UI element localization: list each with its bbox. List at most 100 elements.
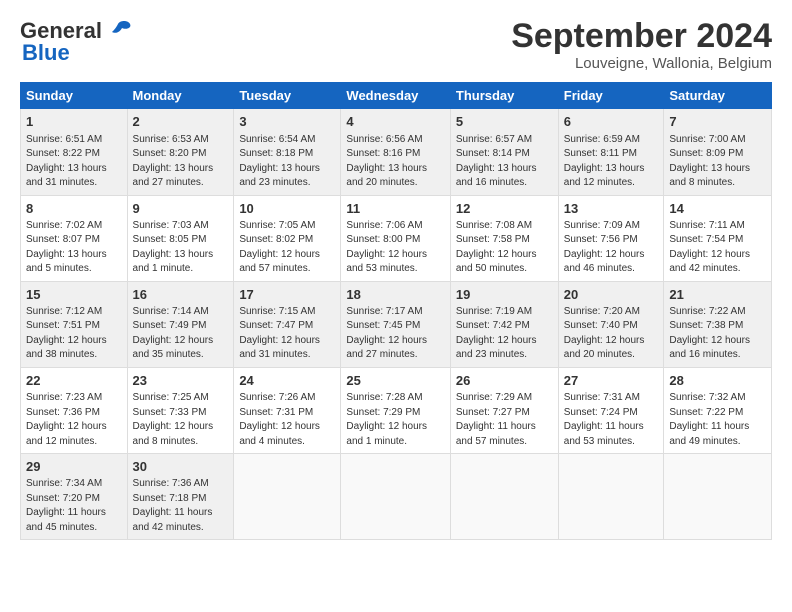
table-row: 27Sunrise: 7:31 AM Sunset: 7:24 PM Dayli… xyxy=(558,367,664,453)
day-info: Sunrise: 6:56 AM Sunset: 8:16 PM Dayligh… xyxy=(346,133,444,191)
day-info: Sunrise: 7:31 AM Sunset: 7:24 PM Dayligh… xyxy=(564,391,659,449)
table-row: 4 Sunrise: 6:56 AM Sunset: 8:16 PM Daylig… xyxy=(341,109,450,195)
day-number: 17 xyxy=(239,286,335,304)
day-number: 3 xyxy=(239,113,335,131)
day-number: 25 xyxy=(346,372,444,390)
day-number: 21 xyxy=(669,286,766,304)
calendar-week-row: 8Sunrise: 7:02 AM Sunset: 8:07 PM Daylig… xyxy=(21,195,772,281)
table-row: 5Sunrise: 6:57 AM Sunset: 8:14 PM Daylig… xyxy=(450,109,558,195)
day-info: Sunrise: 7:32 AM Sunset: 7:22 PM Dayligh… xyxy=(669,391,766,449)
header-tuesday: Tuesday xyxy=(234,83,341,109)
day-number: 22 xyxy=(26,372,122,390)
table-row: 30Sunrise: 7:36 AM Sunset: 7:18 PM Dayli… xyxy=(127,454,234,540)
table-row: 3 Sunrise: 6:54 AM Sunset: 8:18 PM Daylig… xyxy=(234,109,341,195)
day-number: 15 xyxy=(26,286,122,304)
calendar-week-row: 22Sunrise: 7:23 AM Sunset: 7:36 PM Dayli… xyxy=(21,367,772,453)
day-info: Sunrise: 7:22 AM Sunset: 7:38 PM Dayligh… xyxy=(669,305,766,363)
header-sunday: Sunday xyxy=(21,83,128,109)
day-number: 20 xyxy=(564,286,659,304)
calendar-week-row: 15Sunrise: 7:12 AM Sunset: 7:51 PM Dayli… xyxy=(21,281,772,367)
table-row: 6Sunrise: 6:59 AM Sunset: 8:11 PM Daylig… xyxy=(558,109,664,195)
day-info: Sunrise: 6:54 AM Sunset: 8:18 PM Dayligh… xyxy=(239,133,335,191)
day-info: Sunrise: 7:09 AM Sunset: 7:56 PM Dayligh… xyxy=(564,219,659,277)
table-row: 20Sunrise: 7:20 AM Sunset: 7:40 PM Dayli… xyxy=(558,281,664,367)
table-row xyxy=(664,454,772,540)
table-row: 2 Sunrise: 6:53 AM Sunset: 8:20 PM Daylig… xyxy=(127,109,234,195)
day-info: Sunrise: 7:12 AM Sunset: 7:51 PM Dayligh… xyxy=(26,305,122,363)
table-row: 26Sunrise: 7:29 AM Sunset: 7:27 PM Dayli… xyxy=(450,367,558,453)
table-row: 11Sunrise: 7:06 AM Sunset: 8:00 PM Dayli… xyxy=(341,195,450,281)
day-number: 18 xyxy=(346,286,444,304)
header-wednesday: Wednesday xyxy=(341,83,450,109)
header-monday: Monday xyxy=(127,83,234,109)
day-info: Sunrise: 7:06 AM Sunset: 8:00 PM Dayligh… xyxy=(346,219,444,277)
day-info: Sunrise: 7:02 AM Sunset: 8:07 PM Dayligh… xyxy=(26,219,122,277)
day-info: Sunrise: 7:20 AM Sunset: 7:40 PM Dayligh… xyxy=(564,305,659,363)
table-row: 18Sunrise: 7:17 AM Sunset: 7:45 PM Dayli… xyxy=(341,281,450,367)
day-info: Sunrise: 7:19 AM Sunset: 7:42 PM Dayligh… xyxy=(456,305,553,363)
day-number: 11 xyxy=(346,200,444,218)
day-number: 13 xyxy=(564,200,659,218)
table-row: 24Sunrise: 7:26 AM Sunset: 7:31 PM Dayli… xyxy=(234,367,341,453)
logo-bird-icon xyxy=(104,20,132,42)
day-info: Sunrise: 7:23 AM Sunset: 7:36 PM Dayligh… xyxy=(26,391,122,449)
day-info: Sunrise: 7:03 AM Sunset: 8:05 PM Dayligh… xyxy=(133,219,229,277)
day-info: Sunrise: 7:29 AM Sunset: 7:27 PM Dayligh… xyxy=(456,391,553,449)
day-info: Sunrise: 7:08 AM Sunset: 7:58 PM Dayligh… xyxy=(456,219,553,277)
table-row xyxy=(558,454,664,540)
table-row: 22Sunrise: 7:23 AM Sunset: 7:36 PM Dayli… xyxy=(21,367,128,453)
day-info: Sunrise: 7:28 AM Sunset: 7:29 PM Dayligh… xyxy=(346,391,444,449)
table-row xyxy=(450,454,558,540)
location-title: Louveigne, Wallonia, Belgium xyxy=(511,55,772,72)
day-number: 7 xyxy=(669,113,766,131)
table-row: 28Sunrise: 7:32 AM Sunset: 7:22 PM Dayli… xyxy=(664,367,772,453)
day-number: 2 xyxy=(133,113,229,131)
page: General Blue September 2024 Louveigne, W… xyxy=(0,0,792,550)
day-info: Sunrise: 7:34 AM Sunset: 7:20 PM Dayligh… xyxy=(26,477,122,535)
day-number: 16 xyxy=(133,286,229,304)
table-row: 10Sunrise: 7:05 AM Sunset: 8:02 PM Dayli… xyxy=(234,195,341,281)
day-info: Sunrise: 6:51 AM Sunset: 8:22 PM Dayligh… xyxy=(26,133,122,191)
table-row: 8Sunrise: 7:02 AM Sunset: 8:07 PM Daylig… xyxy=(21,195,128,281)
logo-blue: Blue xyxy=(22,40,70,66)
day-number: 30 xyxy=(133,458,229,476)
day-info: Sunrise: 7:14 AM Sunset: 7:49 PM Dayligh… xyxy=(133,305,229,363)
header-thursday: Thursday xyxy=(450,83,558,109)
table-row: 15Sunrise: 7:12 AM Sunset: 7:51 PM Dayli… xyxy=(21,281,128,367)
table-row xyxy=(234,454,341,540)
day-number: 6 xyxy=(564,113,659,131)
table-row: 23Sunrise: 7:25 AM Sunset: 7:33 PM Dayli… xyxy=(127,367,234,453)
day-number: 26 xyxy=(456,372,553,390)
header-saturday: Saturday xyxy=(664,83,772,109)
table-row: 12Sunrise: 7:08 AM Sunset: 7:58 PM Dayli… xyxy=(450,195,558,281)
calendar-table: Sunday Monday Tuesday Wednesday Thursday… xyxy=(20,82,772,540)
header-friday: Friday xyxy=(558,83,664,109)
calendar-week-row: 29Sunrise: 7:34 AM Sunset: 7:20 PM Dayli… xyxy=(21,454,772,540)
table-row xyxy=(341,454,450,540)
day-number: 8 xyxy=(26,200,122,218)
day-number: 28 xyxy=(669,372,766,390)
day-info: Sunrise: 7:15 AM Sunset: 7:47 PM Dayligh… xyxy=(239,305,335,363)
day-number: 1 xyxy=(26,113,122,131)
day-number: 9 xyxy=(133,200,229,218)
table-row: 17Sunrise: 7:15 AM Sunset: 7:47 PM Dayli… xyxy=(234,281,341,367)
table-row: 29Sunrise: 7:34 AM Sunset: 7:20 PM Dayli… xyxy=(21,454,128,540)
table-row: 25Sunrise: 7:28 AM Sunset: 7:29 PM Dayli… xyxy=(341,367,450,453)
header-section: General Blue September 2024 Louveigne, W… xyxy=(20,18,772,72)
day-info: Sunrise: 7:05 AM Sunset: 8:02 PM Dayligh… xyxy=(239,219,335,277)
weekday-header-row: Sunday Monday Tuesday Wednesday Thursday… xyxy=(21,83,772,109)
table-row: 7 Sunrise: 7:00 AM Sunset: 8:09 PM Daylig… xyxy=(664,109,772,195)
day-number: 29 xyxy=(26,458,122,476)
day-number: 27 xyxy=(564,372,659,390)
table-row: 16Sunrise: 7:14 AM Sunset: 7:49 PM Dayli… xyxy=(127,281,234,367)
title-block: September 2024 Louveigne, Wallonia, Belg… xyxy=(511,18,772,72)
month-title: September 2024 xyxy=(511,18,772,55)
day-number: 14 xyxy=(669,200,766,218)
day-number: 4 xyxy=(346,113,444,131)
day-info: Sunrise: 7:00 AM Sunset: 8:09 PM Dayligh… xyxy=(669,133,766,191)
day-info: Sunrise: 7:25 AM Sunset: 7:33 PM Dayligh… xyxy=(133,391,229,449)
day-info: Sunrise: 7:26 AM Sunset: 7:31 PM Dayligh… xyxy=(239,391,335,449)
day-info: Sunrise: 6:53 AM Sunset: 8:20 PM Dayligh… xyxy=(133,133,229,191)
table-row: 1 Sunrise: 6:51 AM Sunset: 8:22 PM Daylig… xyxy=(21,109,128,195)
day-info: Sunrise: 7:11 AM Sunset: 7:54 PM Dayligh… xyxy=(669,219,766,277)
